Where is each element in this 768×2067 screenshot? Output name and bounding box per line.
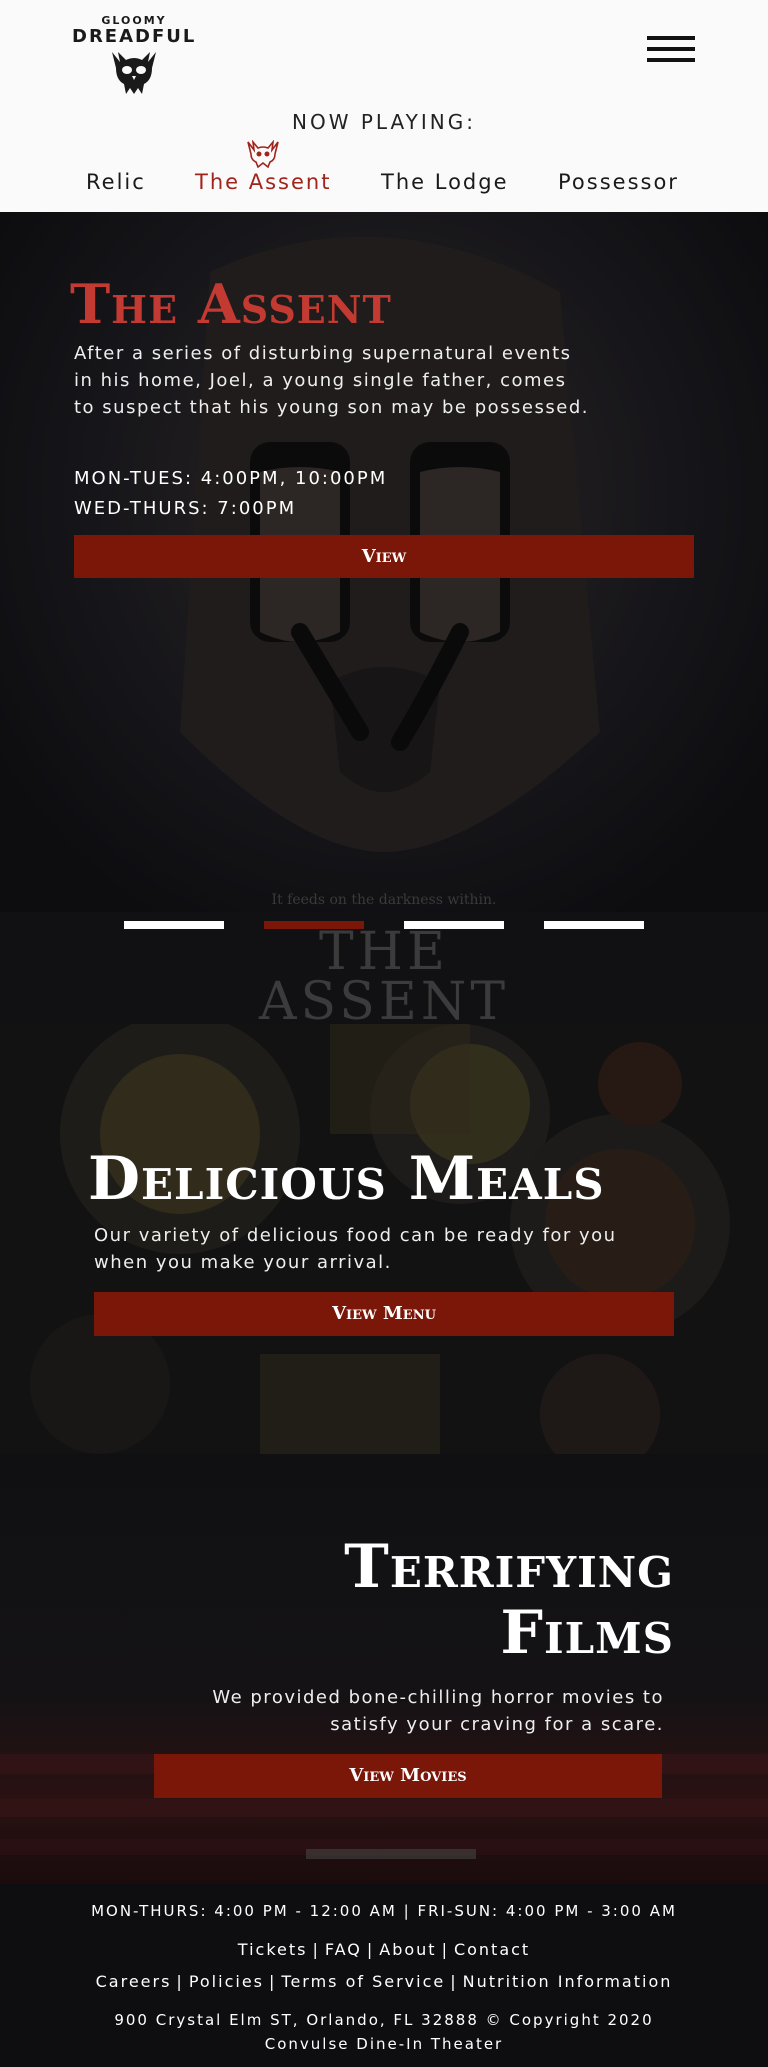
now-playing-label: NOW PLAYING: [292,110,476,134]
hamburger-icon[interactable] [647,36,695,66]
theater-background-image [0,1454,768,1884]
now-playing-nav: Relic The Assent The Lodge Possessor [0,170,768,204]
footer-links-primary: Tickets | FAQ | About | Contact [237,1940,531,1959]
poster-title-line: ASSENT [258,972,510,1024]
nav-item-possessor[interactable]: Possessor [558,170,679,194]
poster-tagline: It feeds on the darkness within. [271,892,497,908]
footer-address-line: Convulse Dine-In Theater [264,2035,504,2053]
footer-links-secondary: Careers | Policies | Terms of Service | Nutrit… [95,1972,673,1991]
footer-link-tickets[interactable]: Tickets [238,1940,308,1959]
nav-item-the-lodge[interactable]: The Lodge [381,170,509,194]
films-title-line: Terrifying [344,1532,674,1602]
films-title-line: Films [500,1598,674,1668]
meals-section: Delicious Meals Our variety of delicious… [0,1024,768,1454]
meals-description: Our variety of delicious food can be rea… [94,1225,617,1273]
footer-hours: MON-THURS: 4:00 PM - 12:00 AM | FRI-SUN:… [91,1902,677,1920]
meals-title: Delicious Meals [88,1144,605,1214]
footer-link-policies[interactable]: Policies [189,1972,264,1991]
footer-link-contact[interactable]: Contact [454,1940,530,1959]
footer-link-faq[interactable]: FAQ [325,1940,362,1959]
site-footer: MON-THURS: 4:00 PM - 12:00 AM | FRI-SUN:… [0,1884,768,2067]
footer-address: 900 Crystal Elm ST, Orlando, FL 32888 © … [0,2008,768,2056]
hero-section: The Assent After a series of disturbing … [0,212,768,1024]
films-section: Terrifying Films We provided bone-chilli… [0,1454,768,1884]
skull-icon [112,52,156,94]
poster-title-text: THE ASSENT [0,922,768,1024]
logo-main-text: DREADFUL [72,26,197,47]
site-header: GLOOMY DREADFUL NOW PLAYING: Relic The A… [0,0,768,212]
showtime-line: WED-THURS: 7:00PM [74,498,297,519]
footer-link-about[interactable]: About [379,1940,436,1959]
poster-title-line: THE [319,922,449,982]
view-menu-button[interactable]: View Menu [94,1292,674,1336]
films-description-line: We provided bone-chilling horror movies … [212,1687,664,1708]
footer-link-careers[interactable]: Careers [96,1972,172,1991]
view-movie-button[interactable]: View [74,535,694,578]
nav-item-relic[interactable]: Relic [86,170,146,194]
footer-link-terms[interactable]: Terms of Service [281,1972,445,1991]
site-logo[interactable]: GLOOMY DREADFUL [72,14,197,94]
showtimes: MON-TUES: 4:00PM, 10:00PM WED-THURS: 7:0… [74,464,387,524]
view-movies-button[interactable]: View Movies [154,1754,662,1798]
films-description: We provided bone-chilling horror movies … [104,1684,664,1738]
hero-movie-description: After a series of disturbing supernatura… [74,343,589,418]
films-title: Terrifying Films [114,1534,674,1666]
films-description-line: satisfy your craving for a scare. [330,1714,664,1735]
active-movie-skull-icon [247,140,279,168]
footer-address-line: 900 Crystal Elm ST, Orlando, FL 32888 © … [114,2011,654,2029]
nav-item-the-assent[interactable]: The Assent [195,170,331,194]
footer-link-nutrition[interactable]: Nutrition Information [463,1972,673,1991]
showtime-line: MON-TUES: 4:00PM, 10:00PM [74,468,388,489]
hero-movie-title: The Assent [70,272,392,336]
